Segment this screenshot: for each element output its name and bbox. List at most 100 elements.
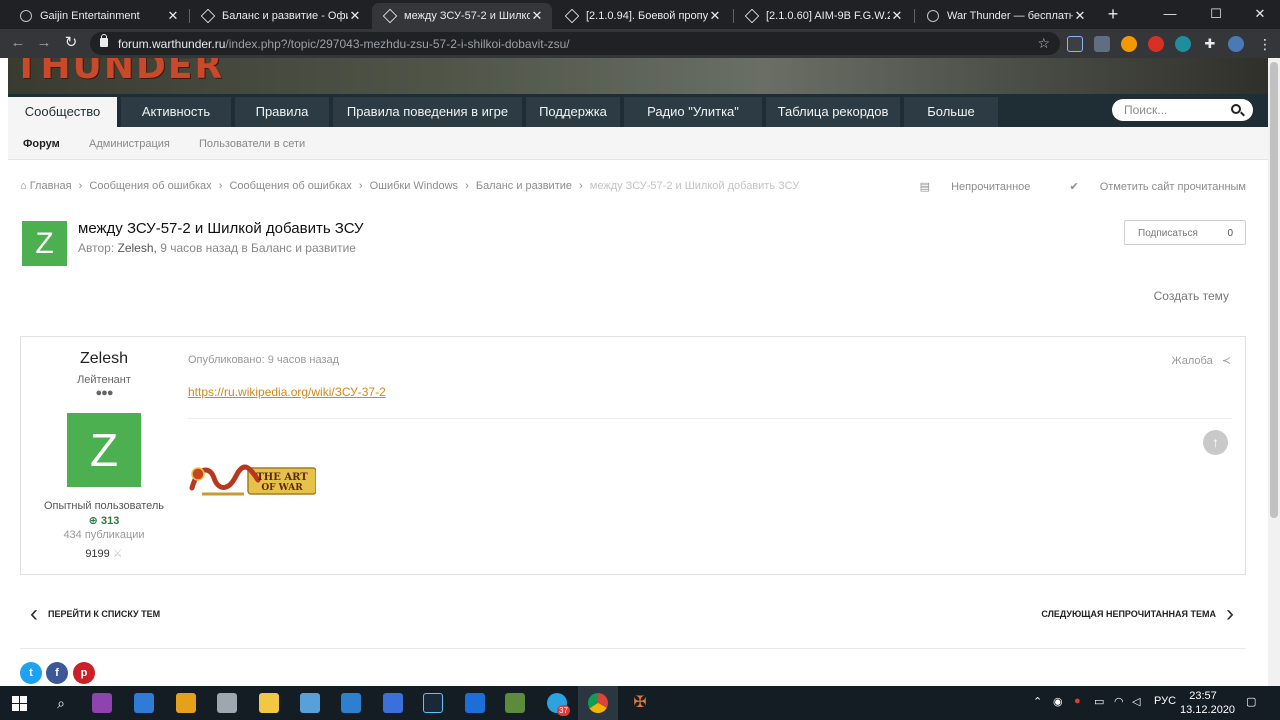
nav-more[interactable]: Больше	[904, 97, 998, 127]
warthunder-app-icon[interactable]: ✠	[630, 693, 650, 713]
browser-tab[interactable]: [2.1.0.60] AIM-9B F.G.W.2 С н ✕	[734, 3, 912, 29]
language-indicator[interactable]: РУС	[1154, 695, 1176, 707]
browser-tab[interactable]: War Thunder — бесплатная ✕	[915, 3, 1095, 29]
page-scrollbar[interactable]	[1268, 58, 1280, 686]
kebab-menu-icon[interactable]: ⋮	[1257, 36, 1273, 52]
browser-tab[interactable]: Баланс и развитие - Офици ✕	[190, 3, 370, 29]
notepad-icon[interactable]	[300, 693, 320, 713]
upvote-arrow-icon[interactable]: ↑	[1203, 430, 1228, 455]
extension-icon[interactable]	[1175, 36, 1191, 52]
topic-author-avatar[interactable]: Z	[22, 221, 67, 266]
tab-close-icon[interactable]: ✕	[708, 8, 722, 24]
windows-start-icon[interactable]	[12, 696, 27, 711]
pinterest-share-icon[interactable]: p	[73, 662, 95, 684]
extension-icon[interactable]	[1067, 36, 1083, 52]
subnav-administration[interactable]: Администрация	[89, 138, 170, 150]
topic-author-link[interactable]: Zelesh,	[118, 241, 157, 255]
tray-chevron-icon[interactable]: ⌃	[1033, 695, 1042, 708]
tab-close-icon[interactable]: ✕	[348, 8, 362, 24]
puzzle-extensions-icon[interactable]: ✚	[1202, 36, 1218, 52]
app-icon[interactable]	[217, 693, 237, 713]
maximize-button[interactable]: ☐	[1194, 0, 1238, 29]
divider	[188, 418, 1232, 419]
extension-icon[interactable]	[1094, 36, 1110, 52]
subnav-forum[interactable]: Форум	[23, 138, 60, 150]
subnav-online-users[interactable]: Пользователи в сети	[199, 138, 305, 150]
tab-close-icon[interactable]: ✕	[890, 8, 904, 24]
back-arrow-icon[interactable]: ←	[7, 32, 29, 54]
app-tray-icon[interactable]: ●	[1074, 695, 1081, 707]
extension-icon[interactable]	[1148, 36, 1164, 52]
winrar-icon[interactable]	[92, 693, 112, 713]
share-icon[interactable]: ≺	[1222, 355, 1231, 367]
nav-ingame-rules[interactable]: Правила поведения в игре	[333, 97, 522, 127]
post-link[interactable]: https://ru.wikipedia.org/wiki/ЗСУ-37-2	[188, 385, 386, 399]
avatar[interactable]: Z	[67, 413, 141, 487]
bookmark-star-icon[interactable]: ☆	[1037, 35, 1050, 52]
breadcrumb: ⌂ Главная › Сообщения об ошибках › Сообщ…	[20, 180, 799, 192]
volume-icon[interactable]: ◁	[1132, 695, 1140, 708]
chevron-right-icon: ›	[1226, 600, 1234, 627]
breadcrumb-item[interactable]: Сообщения об ошибках	[229, 180, 351, 192]
browser-tab[interactable]: Gaijin Entertainment ✕	[8, 3, 188, 29]
browser-tab[interactable]: [2.1.0.94]. Боевой пропуск - ✕	[554, 3, 730, 29]
subscribe-button[interactable]: Подписаться 0	[1124, 220, 1246, 245]
report-link[interactable]: Жалоба	[1171, 355, 1212, 367]
battery-icon[interactable]: ▭	[1094, 695, 1104, 708]
mail-icon[interactable]	[341, 693, 361, 713]
forward-arrow-icon[interactable]: →	[33, 32, 55, 54]
tab-title: между ЗСУ-57-2 и Шилкой	[404, 10, 530, 22]
nav-support[interactable]: Поддержка	[526, 97, 620, 127]
site-logo[interactable]: THUNDER	[14, 58, 224, 87]
wifi-icon[interactable]: ◠	[1114, 695, 1124, 708]
unread-icon: ▤	[919, 181, 931, 193]
facebook-share-icon[interactable]: f	[46, 662, 68, 684]
nav-activity[interactable]: Активность	[121, 97, 231, 127]
notifications-icon[interactable]: ▢	[1246, 695, 1256, 708]
warthunder-favicon-icon	[382, 8, 398, 24]
new-tab-button[interactable]: +	[1102, 4, 1124, 26]
breadcrumb-item[interactable]: Баланс и развитие	[476, 180, 572, 192]
topic-pager: ‹ ПЕРЕЙТИ К СПИСКУ ТЕМ СЛЕДУЮЩАЯ НЕПРОЧИ…	[8, 596, 1268, 636]
chrome-icon[interactable]	[588, 693, 608, 713]
display-icon[interactable]	[465, 693, 485, 713]
breadcrumb-item[interactable]: Сообщения об ошибках	[89, 180, 211, 192]
nav-radio[interactable]: Радио "Улитка"	[624, 97, 762, 127]
prev-topics-link[interactable]: ‹ ПЕРЕЙТИ К СПИСКУ ТЕМ	[30, 602, 160, 626]
tab-close-icon[interactable]: ✕	[530, 8, 544, 24]
profile-avatar-icon[interactable]	[1228, 36, 1244, 52]
tab-close-icon[interactable]: ✕	[1073, 8, 1087, 24]
mark-read-link[interactable]: ✔ Отметить сайт прочитанным	[1051, 181, 1246, 193]
nav-community[interactable]: Сообщество	[8, 97, 117, 127]
taskbar-clock[interactable]: 23:57 13.12.2020	[1180, 689, 1235, 717]
search-icon[interactable]	[1231, 104, 1241, 114]
dev-app-icon[interactable]	[383, 693, 403, 713]
twitter-share-icon[interactable]: t	[20, 662, 42, 684]
computer-icon[interactable]	[134, 693, 154, 713]
steam-icon[interactable]	[423, 693, 443, 713]
nav-leaderboard[interactable]: Таблица рекордов	[766, 97, 900, 127]
sublime-text-icon[interactable]	[176, 693, 196, 713]
next-unread-link[interactable]: СЛЕДУЮЩАЯ НЕПРОЧИТАННАЯ ТЕМА ›	[1041, 600, 1234, 627]
address-bar[interactable]: forum.warthunder.ru/index.php?/topic/297…	[90, 32, 1060, 55]
nav-rules[interactable]: Правила	[235, 97, 329, 127]
minimize-button[interactable]: —	[1148, 0, 1192, 29]
browser-tab-active[interactable]: между ЗСУ-57-2 и Шилкой ✕	[372, 3, 552, 29]
search-input[interactable]	[1124, 103, 1224, 117]
unread-link[interactable]: ▤ Непрочитанное	[902, 181, 1031, 193]
create-topic-button[interactable]: Создать тему	[1154, 289, 1229, 303]
reload-icon[interactable]: ↻	[60, 32, 82, 54]
meta-prefix: Автор:	[78, 241, 115, 255]
tab-close-icon[interactable]: ✕	[166, 8, 180, 24]
close-window-button[interactable]: ✕	[1238, 0, 1280, 29]
search-icon[interactable]: ⌕	[51, 693, 71, 713]
breadcrumb-item[interactable]: Ошибки Windows	[370, 180, 458, 192]
post-username[interactable]: Zelesh	[21, 350, 187, 368]
breadcrumb-home[interactable]: Главная	[30, 180, 72, 192]
scrollbar-thumb[interactable]	[1270, 62, 1278, 518]
file-explorer-icon[interactable]	[259, 693, 279, 713]
minecraft-icon[interactable]	[505, 693, 525, 713]
discord-tray-icon[interactable]: ◉	[1053, 695, 1063, 708]
checkmark-icon: ✔	[1069, 181, 1079, 193]
extension-icon[interactable]	[1121, 36, 1137, 52]
